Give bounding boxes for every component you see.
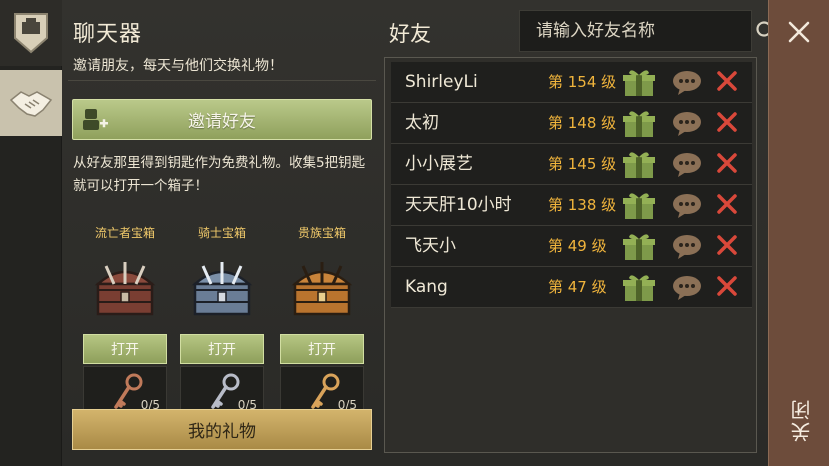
chat-icon[interactable]	[672, 193, 702, 219]
friend-search	[519, 10, 777, 52]
chest-exile: 流亡者宝箱 打开 0/5	[83, 222, 167, 418]
chest-name: 骑士宝箱	[197, 226, 246, 240]
friend-level: 第 154 级	[548, 73, 617, 91]
open-chest-button[interactable]: 打开	[83, 334, 167, 364]
tab-guild[interactable]	[0, 0, 62, 66]
list-item: ShirleyLi 第 154 级	[391, 62, 752, 103]
friend-name[interactable]: 太初	[405, 103, 439, 143]
invite-friends-label: 邀请好友	[188, 112, 256, 132]
remove-friend-icon[interactable]	[716, 70, 738, 92]
remove-friend-icon[interactable]	[716, 111, 738, 133]
remove-friend-icon[interactable]	[716, 234, 738, 256]
handshake-icon	[9, 91, 53, 117]
guild-emblem-icon	[14, 13, 48, 54]
list-item: Kang 第 47 级	[391, 267, 752, 308]
friend-level: 第 47 级	[548, 278, 607, 296]
chat-icon[interactable]	[672, 70, 702, 96]
chest-name: 贵族宝箱	[297, 226, 346, 240]
social-screen: 聊天器 邀请朋友，每天与他们交换礼物！ 邀请好友 从好友那里得到钥匙作为免费礼物…	[0, 0, 829, 466]
friend-list-panel: ShirleyLi 第 154 级 太初 第 148 级 小小展艺 第 145 …	[384, 57, 757, 453]
remove-friend-icon[interactable]	[716, 193, 738, 215]
list-item: 天天肝10小时 第 138 级	[391, 185, 752, 226]
key-icon	[311, 373, 340, 409]
tab-strip	[0, 0, 62, 466]
chat-icon[interactable]	[672, 152, 702, 178]
chat-icon[interactable]	[672, 111, 702, 137]
friend-level: 第 138 级	[548, 196, 617, 214]
friends-title: 好友	[389, 22, 431, 46]
close-icon[interactable]	[783, 16, 815, 48]
list-item: 太初 第 148 级	[391, 103, 752, 144]
chest-icon	[83, 244, 167, 334]
chest-icon	[280, 244, 364, 334]
friend-name[interactable]: 小小展艺	[405, 144, 473, 184]
open-chest-button[interactable]: 打开	[180, 334, 264, 364]
key-icon	[114, 373, 143, 409]
friend-level: 第 148 级	[548, 114, 617, 132]
remove-friend-icon[interactable]	[716, 152, 738, 174]
close-label[interactable]: 关闭	[787, 398, 814, 442]
list-item: 飞天小 第 49 级	[391, 226, 752, 267]
friend-name[interactable]: 飞天小	[405, 226, 456, 266]
close-panel[interactable]: 关闭	[768, 0, 829, 466]
key-icon	[211, 373, 240, 409]
chat-icon[interactable]	[672, 275, 702, 301]
gift-icon[interactable]	[622, 232, 656, 262]
divider	[68, 80, 376, 81]
chat-icon[interactable]	[672, 234, 702, 260]
friend-name[interactable]: 天天肝10小时	[405, 185, 512, 225]
add-user-icon	[81, 107, 109, 137]
friend-level: 第 49 级	[548, 237, 607, 255]
chest-name: 流亡者宝箱	[94, 226, 155, 240]
page-title: 聊天器	[73, 22, 143, 47]
list-item: 小小展艺 第 145 级	[391, 144, 752, 185]
gift-icon[interactable]	[622, 191, 656, 221]
gift-icon[interactable]	[622, 68, 656, 98]
gift-icon[interactable]	[622, 150, 656, 180]
tab-friends[interactable]	[0, 70, 62, 136]
page-subtitle: 邀请朋友，每天与他们交换礼物！	[73, 58, 283, 74]
friend-name[interactable]: ShirleyLi	[405, 62, 478, 102]
chest-icon	[180, 244, 264, 334]
key-description: 从好友那里得到钥匙作为免费礼物。收集5把钥匙就可以打开一个箱子！	[73, 155, 366, 194]
open-chest-button[interactable]: 打开	[280, 334, 364, 364]
chest-noble: 贵族宝箱 打开 0/5	[280, 222, 364, 418]
gift-icon[interactable]	[622, 109, 656, 139]
search-input[interactable]	[520, 11, 755, 51]
invite-friends-button[interactable]: 邀请好友	[72, 99, 372, 140]
chest-knight: 骑士宝箱 打开 0/5	[180, 222, 264, 418]
friend-level: 第 145 级	[548, 155, 617, 173]
remove-friend-icon[interactable]	[716, 275, 738, 297]
my-gifts-button[interactable]: 我的礼物	[72, 409, 372, 450]
friend-list: ShirleyLi 第 154 级 太初 第 148 级 小小展艺 第 145 …	[391, 62, 752, 308]
friend-name[interactable]: Kang	[405, 267, 448, 307]
gift-icon[interactable]	[622, 273, 656, 303]
